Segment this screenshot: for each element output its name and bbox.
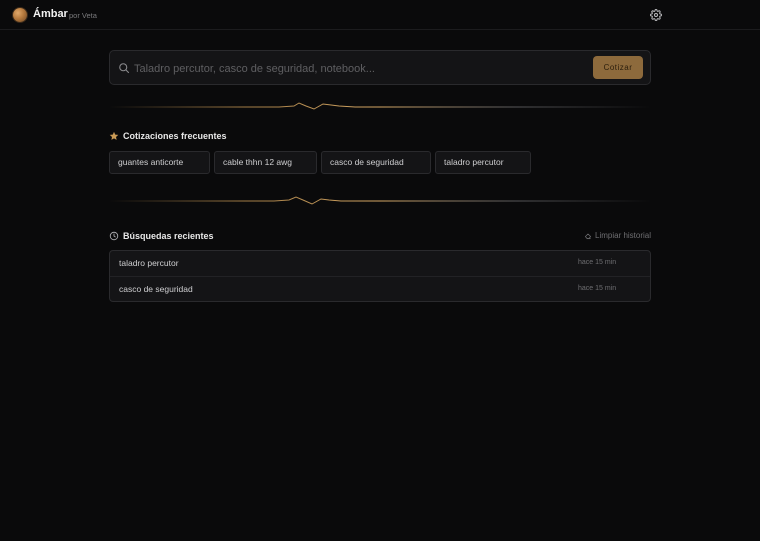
- list-item[interactable]: casco de seguridad hace 15 min: [110, 276, 650, 301]
- top-bar: Ámbar por Veta: [0, 0, 760, 30]
- frequent-chip[interactable]: taladro percutor: [435, 151, 531, 174]
- gear-icon[interactable]: [650, 9, 662, 21]
- frequent-section-title: Cotizaciones frecuentes: [123, 131, 227, 141]
- search-icon: [119, 63, 130, 74]
- waveform-divider: [109, 196, 651, 205]
- eraser-icon: [584, 233, 592, 240]
- recent-timestamp: hace 15 min: [578, 259, 617, 266]
- brand-byline: por Veta: [69, 11, 97, 20]
- search-bar: Cotizar: [109, 50, 651, 85]
- star-icon: [109, 131, 119, 140]
- list-item[interactable]: taladro percutor hace 15 min: [110, 251, 650, 276]
- quote-button[interactable]: Cotizar: [593, 56, 643, 79]
- frequent-chip[interactable]: guantes anticorte: [109, 151, 210, 174]
- frequent-chip[interactable]: casco de seguridad: [321, 151, 431, 174]
- recent-query: casco de seguridad: [119, 284, 193, 294]
- clock-icon: [109, 231, 119, 241]
- waveform-divider: [109, 102, 651, 110]
- clear-history-button[interactable]: Limpiar historial: [584, 231, 654, 241]
- clear-history-label: Limpiar historial: [595, 231, 652, 240]
- search-input[interactable]: [134, 60, 574, 77]
- recent-timestamp: hace 15 min: [578, 285, 617, 292]
- brand-name[interactable]: Ámbar: [33, 8, 68, 20]
- frequent-chip[interactable]: cable thhn 12 awg: [214, 151, 317, 174]
- recent-section-title: Búsquedas recientes: [123, 231, 214, 241]
- recent-query: taladro percutor: [119, 258, 179, 268]
- amber-logo[interactable]: [13, 8, 27, 22]
- recent-searches-list: taladro percutor hace 15 min casco de se…: [109, 250, 651, 302]
